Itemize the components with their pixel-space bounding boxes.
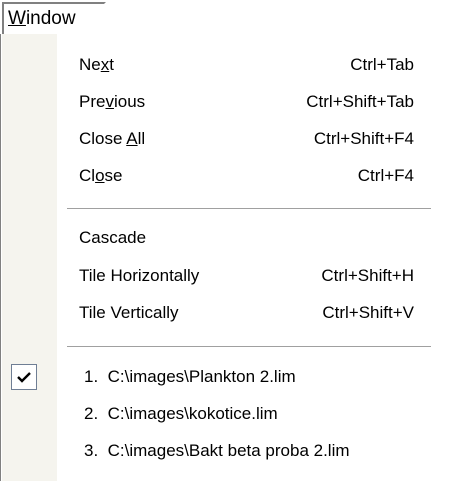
- menu-item-shortcut: Ctrl+Tab: [350, 55, 414, 74]
- menu-item-label: Next: [79, 55, 114, 74]
- menu-item-label: Tile Horizontally: [79, 266, 200, 285]
- window-dropdown-menu: Next Ctrl+Tab Previous Ctrl+Shift+Tab Cl…: [0, 34, 449, 481]
- menu-separator: [67, 346, 431, 348]
- recent-file-label: 3. C:\images\Bakt beta proba 2.lim: [84, 441, 350, 460]
- menu-item-previous[interactable]: Previous Ctrl+Shift+Tab: [1, 84, 449, 120]
- menu-item-label: Cascade: [79, 228, 147, 247]
- menu-item-tile-horizontally[interactable]: Tile Horizontally Ctrl+Shift+H: [1, 258, 449, 294]
- menu-item-shortcut: Ctrl+Shift+Tab: [306, 92, 414, 111]
- recent-file-item-2[interactable]: 2. C:\images\kokotice.lim: [1, 396, 449, 432]
- recent-file-label: 2. C:\images\kokotice.lim: [84, 404, 278, 423]
- menu-separator: [67, 208, 431, 210]
- menu-item-shortcut: Ctrl+F4: [357, 166, 414, 185]
- window-menu-mnemonic: W: [8, 8, 26, 29]
- menu-item-label: Previous: [79, 92, 146, 111]
- window-menu-title[interactable]: Window: [2, 2, 106, 34]
- menu-item-label: Tile Vertically: [79, 303, 179, 322]
- recent-file-item-1[interactable]: 1. C:\images\Plankton 2.lim: [1, 359, 449, 395]
- window-menu-title-rest: indow: [25, 8, 76, 29]
- menu-item-label: Close: [79, 166, 123, 185]
- recent-file-item-3[interactable]: 3. C:\images\Bakt beta proba 2.lim: [1, 433, 449, 469]
- menu-item-close[interactable]: Close Ctrl+F4: [1, 158, 449, 194]
- menu-bar: Window: [0, 0, 449, 37]
- menu-item-cascade[interactable]: Cascade: [1, 220, 449, 256]
- menu-item-shortcut: Ctrl+Shift+F4: [313, 129, 414, 148]
- menu-item-tile-vertically[interactable]: Tile Vertically Ctrl+Shift+V: [1, 295, 449, 331]
- menu-item-shortcut: Ctrl+Shift+H: [321, 266, 414, 285]
- menu-item-close-all[interactable]: Close All Ctrl+Shift+F4: [1, 121, 449, 157]
- menu-item-shortcut: Ctrl+Shift+V: [322, 303, 414, 322]
- menu-item-next[interactable]: Next Ctrl+Tab: [1, 47, 449, 83]
- menu-item-label: Close All: [79, 129, 146, 148]
- recent-file-label: 1. C:\images\Plankton 2.lim: [84, 367, 296, 386]
